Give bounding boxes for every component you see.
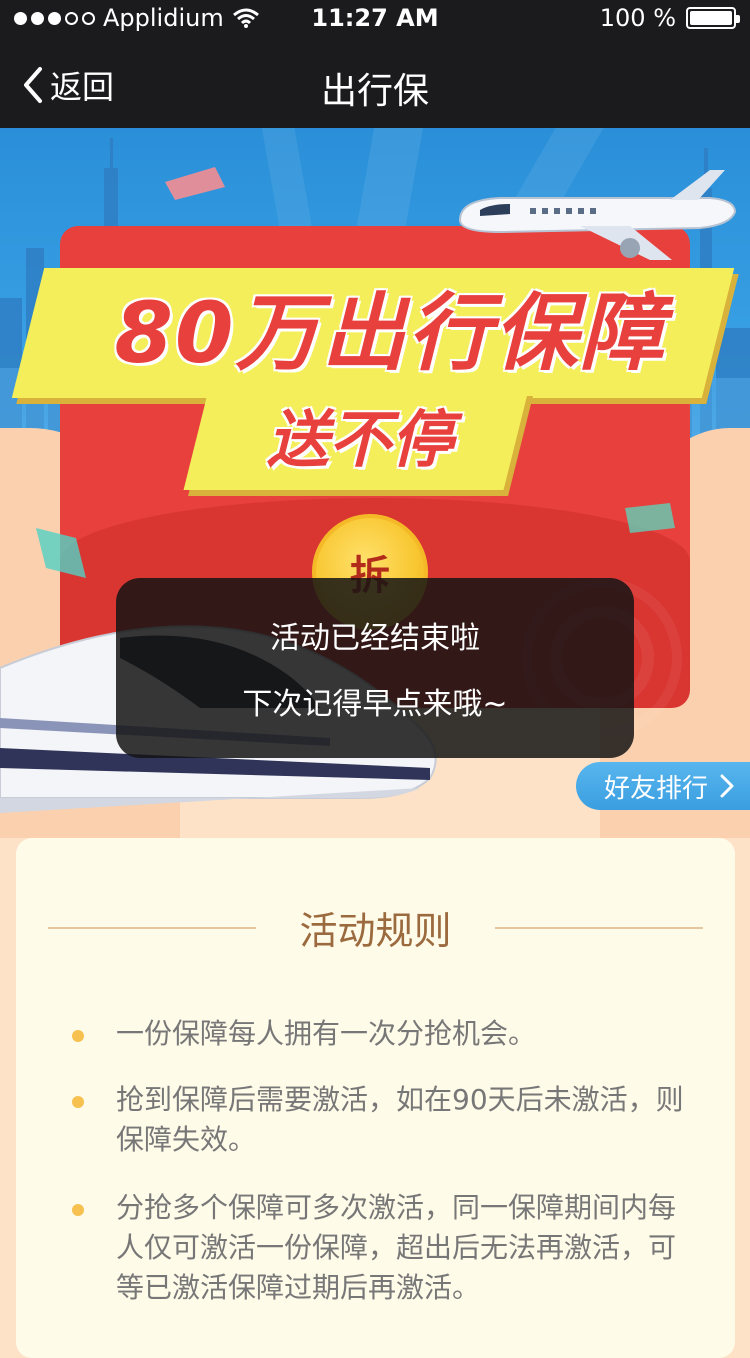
activity-ended-toast: 活动已经结束啦 下次记得早点来哦~ (116, 578, 634, 758)
rules-card: 活动规则 一份保障每人拥有一次分抢机会。 抢到保障后需要激活，如在90天后未激活… (16, 838, 735, 1358)
toast-line-1: 活动已经结束啦 (270, 621, 480, 656)
bullet-icon (72, 1030, 84, 1042)
status-right: 100 % (599, 4, 740, 32)
status-bar: Applidium 11:27 AM 100 % (0, 0, 750, 40)
battery-icon (686, 7, 740, 29)
confetti-decoration (36, 528, 86, 578)
bullet-icon (72, 1096, 84, 1108)
confetti-decoration (625, 503, 675, 533)
divider-line (495, 927, 703, 929)
airplane-icon (458, 170, 737, 260)
banner-subheadline: 送不停 (266, 403, 453, 476)
confetti-decoration (165, 167, 225, 200)
battery-percent: 100 % (599, 4, 676, 32)
bullet-icon (72, 1204, 84, 1216)
rule-item-3: 分抢多个保障可多次激活，同一保障期间内每人仅可激活一份保障，超出后无法再激活，可… (116, 1191, 677, 1304)
navigation-bar: 返回 出行保 (0, 40, 750, 128)
rule-item-1: 一份保障每人拥有一次分抢机会。 (116, 1017, 537, 1050)
rules-header: 活动规则 (48, 898, 703, 958)
rule-item-2: 抢到保障后需要激活，如在90天后未激活，则保障失效。 (116, 1083, 684, 1156)
banner-headline: 80万出行保障 (114, 284, 666, 382)
friends-ranking-label: 好友排行 (604, 773, 709, 804)
toast-line-2: 下次记得早点来哦~ (242, 687, 508, 722)
friends-ranking-button[interactable]: 好友排行 (576, 762, 750, 810)
chevron-right-icon (720, 774, 734, 798)
page-title: 出行保 (320, 71, 429, 112)
